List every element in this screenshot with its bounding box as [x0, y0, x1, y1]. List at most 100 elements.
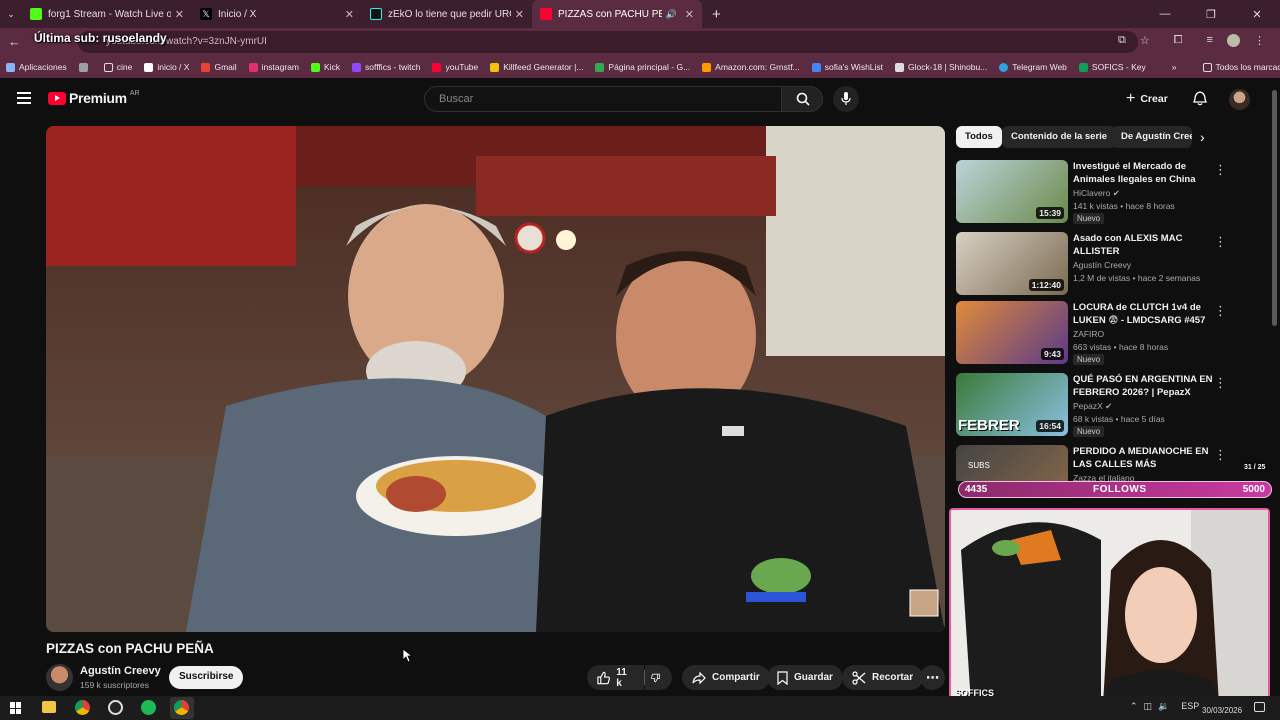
media-control-icon[interactable]: ≡ — [1207, 34, 1213, 47]
new-tab-button[interactable]: + — [712, 6, 721, 23]
browser-menu-icon[interactable]: ⋮ — [1254, 34, 1265, 47]
page-scrollbar[interactable] — [1272, 90, 1277, 326]
clip-button[interactable]: Recortar — [842, 665, 924, 690]
bookmarks-overflow-icon[interactable]: » — [1172, 62, 1177, 72]
tab-search-button[interactable]: ⌄ — [0, 9, 22, 20]
youtube-premium-logo[interactable]: Premium AR — [48, 90, 140, 106]
recommendation-channel[interactable]: ZAFIRO — [1073, 329, 1104, 339]
tray-overflow-icon[interactable]: ⌃ — [1130, 701, 1138, 712]
chip-from-channel[interactable]: De Agustín Cree — [1112, 126, 1192, 148]
browser-tab[interactable]: forg1 Stream - Watch Live on K ✕ — [22, 0, 192, 28]
create-button[interactable]: + Crear — [1126, 88, 1168, 110]
bookmark-item[interactable]: sofia's WishList — [811, 62, 883, 72]
notification-center-icon[interactable] — [1254, 702, 1265, 712]
recommendation-title[interactable]: QUÉ PASÓ EN ARGENTINA EN FEBRERO 2026? |… — [1073, 373, 1213, 399]
system-date[interactable]: 30/03/2026 — [1202, 706, 1242, 715]
more-options-icon[interactable]: ⋮ — [1214, 447, 1227, 463]
notifications-bell-icon[interactable] — [1193, 91, 1207, 106]
bookmark-item[interactable]: Killfeed Generator |... — [490, 62, 583, 72]
keyboard-language[interactable]: ESP — [1181, 701, 1199, 712]
bookmark-item[interactable]: cine — [103, 62, 132, 72]
back-icon[interactable]: ← — [8, 34, 21, 49]
bookmark-item[interactable]: Telegram Web — [999, 62, 1067, 72]
browser-tab[interactable]: 𝕏 Inicio / X ✕ — [192, 0, 362, 28]
video-thumbnail[interactable]: SUBS — [956, 445, 1068, 481]
bookmark-item[interactable]: sofffics - twitch — [352, 62, 420, 72]
recommendation-item[interactable]: 9:43 LOCURA de CLUTCH 1v4 de LUKEN 😨 - L… — [956, 301, 1266, 365]
more-options-icon[interactable]: ⋮ — [1214, 234, 1227, 250]
chip-series-content[interactable]: Contenido de la serie — [1002, 126, 1117, 148]
recommendation-title[interactable]: Investigué el Mercado de Animales Ilegal… — [1073, 160, 1213, 186]
recommendation-title[interactable]: Asado con ALEXIS MAC ALLISTER — [1073, 232, 1213, 258]
recommendation-item[interactable]: 1:12:40 Asado con ALEXIS MAC ALLISTER Ag… — [956, 232, 1266, 296]
dislike-button[interactable] — [645, 665, 672, 690]
more-options-icon[interactable]: ⋮ — [1214, 162, 1227, 178]
speaker-icon[interactable]: 🔊 — [666, 9, 677, 20]
recommendation-item[interactable]: 15:39 Investigué el Mercado de Animales … — [956, 160, 1266, 224]
voice-search-button[interactable] — [833, 86, 859, 112]
close-tab-icon[interactable]: ✕ — [515, 8, 524, 21]
bookmark-star-icon[interactable]: ☆ — [1140, 34, 1150, 47]
windows-start-icon[interactable] — [10, 702, 22, 714]
chip-all[interactable]: Todos — [956, 126, 1002, 148]
video-thumbnail[interactable]: 9:43 — [956, 301, 1068, 364]
recommendation-channel[interactable]: Agustín Creevy — [1073, 260, 1131, 270]
bookmark-item[interactable]: Glock-18 | Shinobu... — [895, 62, 987, 72]
extensions-icon[interactable]: ⧠ — [1174, 34, 1183, 47]
chips-next-icon[interactable]: › — [1200, 129, 1205, 145]
video-player[interactable] — [46, 126, 945, 632]
network-icon[interactable]: ◫ — [1144, 701, 1153, 712]
cast-icon[interactable]: ⧉ — [1118, 34, 1126, 47]
search-input[interactable]: Buscar — [424, 86, 782, 112]
chrome-icon[interactable] — [75, 700, 90, 715]
recommendation-title[interactable]: PERDIDO A MEDIANOCHE EN LAS CALLES MÁS P… — [1073, 445, 1213, 471]
close-tab-icon[interactable]: ✕ — [345, 8, 354, 21]
bookmark-apps[interactable]: Aplicaciones — [6, 62, 67, 72]
bookmark-item[interactable]: Kick — [310, 62, 340, 72]
bookmark-item[interactable]: youTube — [432, 62, 478, 72]
more-options-icon[interactable]: ⋮ — [1214, 375, 1227, 391]
close-tab-icon[interactable]: ✕ — [175, 8, 184, 21]
profile-avatar-icon[interactable] — [1226, 34, 1240, 47]
browser-tab[interactable]: zEkO lo tiene que pedir URGEN ✕ — [362, 0, 532, 28]
minimize-button[interactable]: — — [1142, 8, 1188, 20]
recommendation-title[interactable]: LOCURA de CLUTCH 1v4 de LUKEN 😨 - LMDCSA… — [1073, 301, 1213, 327]
subscribe-button[interactable]: Suscribirse — [169, 666, 244, 689]
all-bookmarks-folder[interactable]: Todos los marcadores — [1202, 62, 1280, 72]
bookmark-item[interactable]: SOFICS - Key — [1078, 62, 1146, 72]
bookmark-item[interactable]: instagram — [248, 62, 299, 72]
share-button[interactable]: Compartir — [682, 665, 770, 690]
account-avatar[interactable] — [1229, 89, 1250, 110]
more-actions-button[interactable]: ⋯ — [920, 665, 945, 690]
bookmark-item[interactable]: inicio / X — [144, 62, 189, 72]
chrome-profile-icon[interactable] — [170, 697, 194, 719]
volume-icon[interactable]: 🔉 — [1158, 701, 1169, 712]
recommendation-channel[interactable]: HiClavero ✔ — [1073, 188, 1120, 199]
save-button[interactable]: Guardar — [767, 665, 843, 690]
recommendation-item[interactable]: SUBS PERDIDO A MEDIANOCHE EN LAS CALLES … — [956, 445, 1266, 481]
recommendation-channel[interactable]: Zazza el italiano — [1073, 473, 1134, 481]
bookmark-item[interactable]: Página principal - G... — [595, 62, 690, 72]
bookmark-tab-groups[interactable] — [78, 62, 92, 72]
recommendation-channel[interactable]: PepazX ✔ — [1073, 401, 1112, 412]
recommendation-item[interactable]: FEBRER 16:54 QUÉ PASÓ EN ARGENTINA EN FE… — [956, 373, 1266, 437]
close-window-button[interactable]: ✕ — [1234, 8, 1280, 21]
bookmark-item[interactable]: Amazon.com: Grnstf... — [702, 62, 800, 72]
like-button[interactable]: 11 k — [587, 665, 644, 690]
obs-icon[interactable] — [108, 700, 123, 715]
hamburger-menu-icon[interactable] — [17, 92, 31, 104]
bookmark-item[interactable]: Gmail — [201, 62, 237, 72]
spotify-icon[interactable] — [141, 700, 156, 715]
video-thumbnail[interactable]: 1:12:40 — [956, 232, 1068, 295]
browser-tab-active[interactable]: PIZZAS con PACHU PEÑA - 🔊 ✕ — [532, 0, 702, 28]
more-options-icon[interactable]: ⋮ — [1214, 303, 1227, 319]
file-explorer-icon[interactable] — [42, 701, 56, 713]
video-thumbnail[interactable]: 15:39 — [956, 160, 1068, 223]
channel-avatar[interactable] — [46, 664, 73, 691]
channel-name[interactable]: Agustín Creevy — [80, 665, 161, 677]
close-tab-icon[interactable]: ✕ — [685, 8, 694, 21]
address-bar[interactable]: youtube.com/watch?v=3znJN-ymrUI — [78, 31, 1138, 53]
search-button[interactable] — [781, 86, 823, 112]
video-thumbnail[interactable]: FEBRER 16:54 — [956, 373, 1068, 436]
restore-button[interactable]: ❐ — [1188, 8, 1234, 21]
